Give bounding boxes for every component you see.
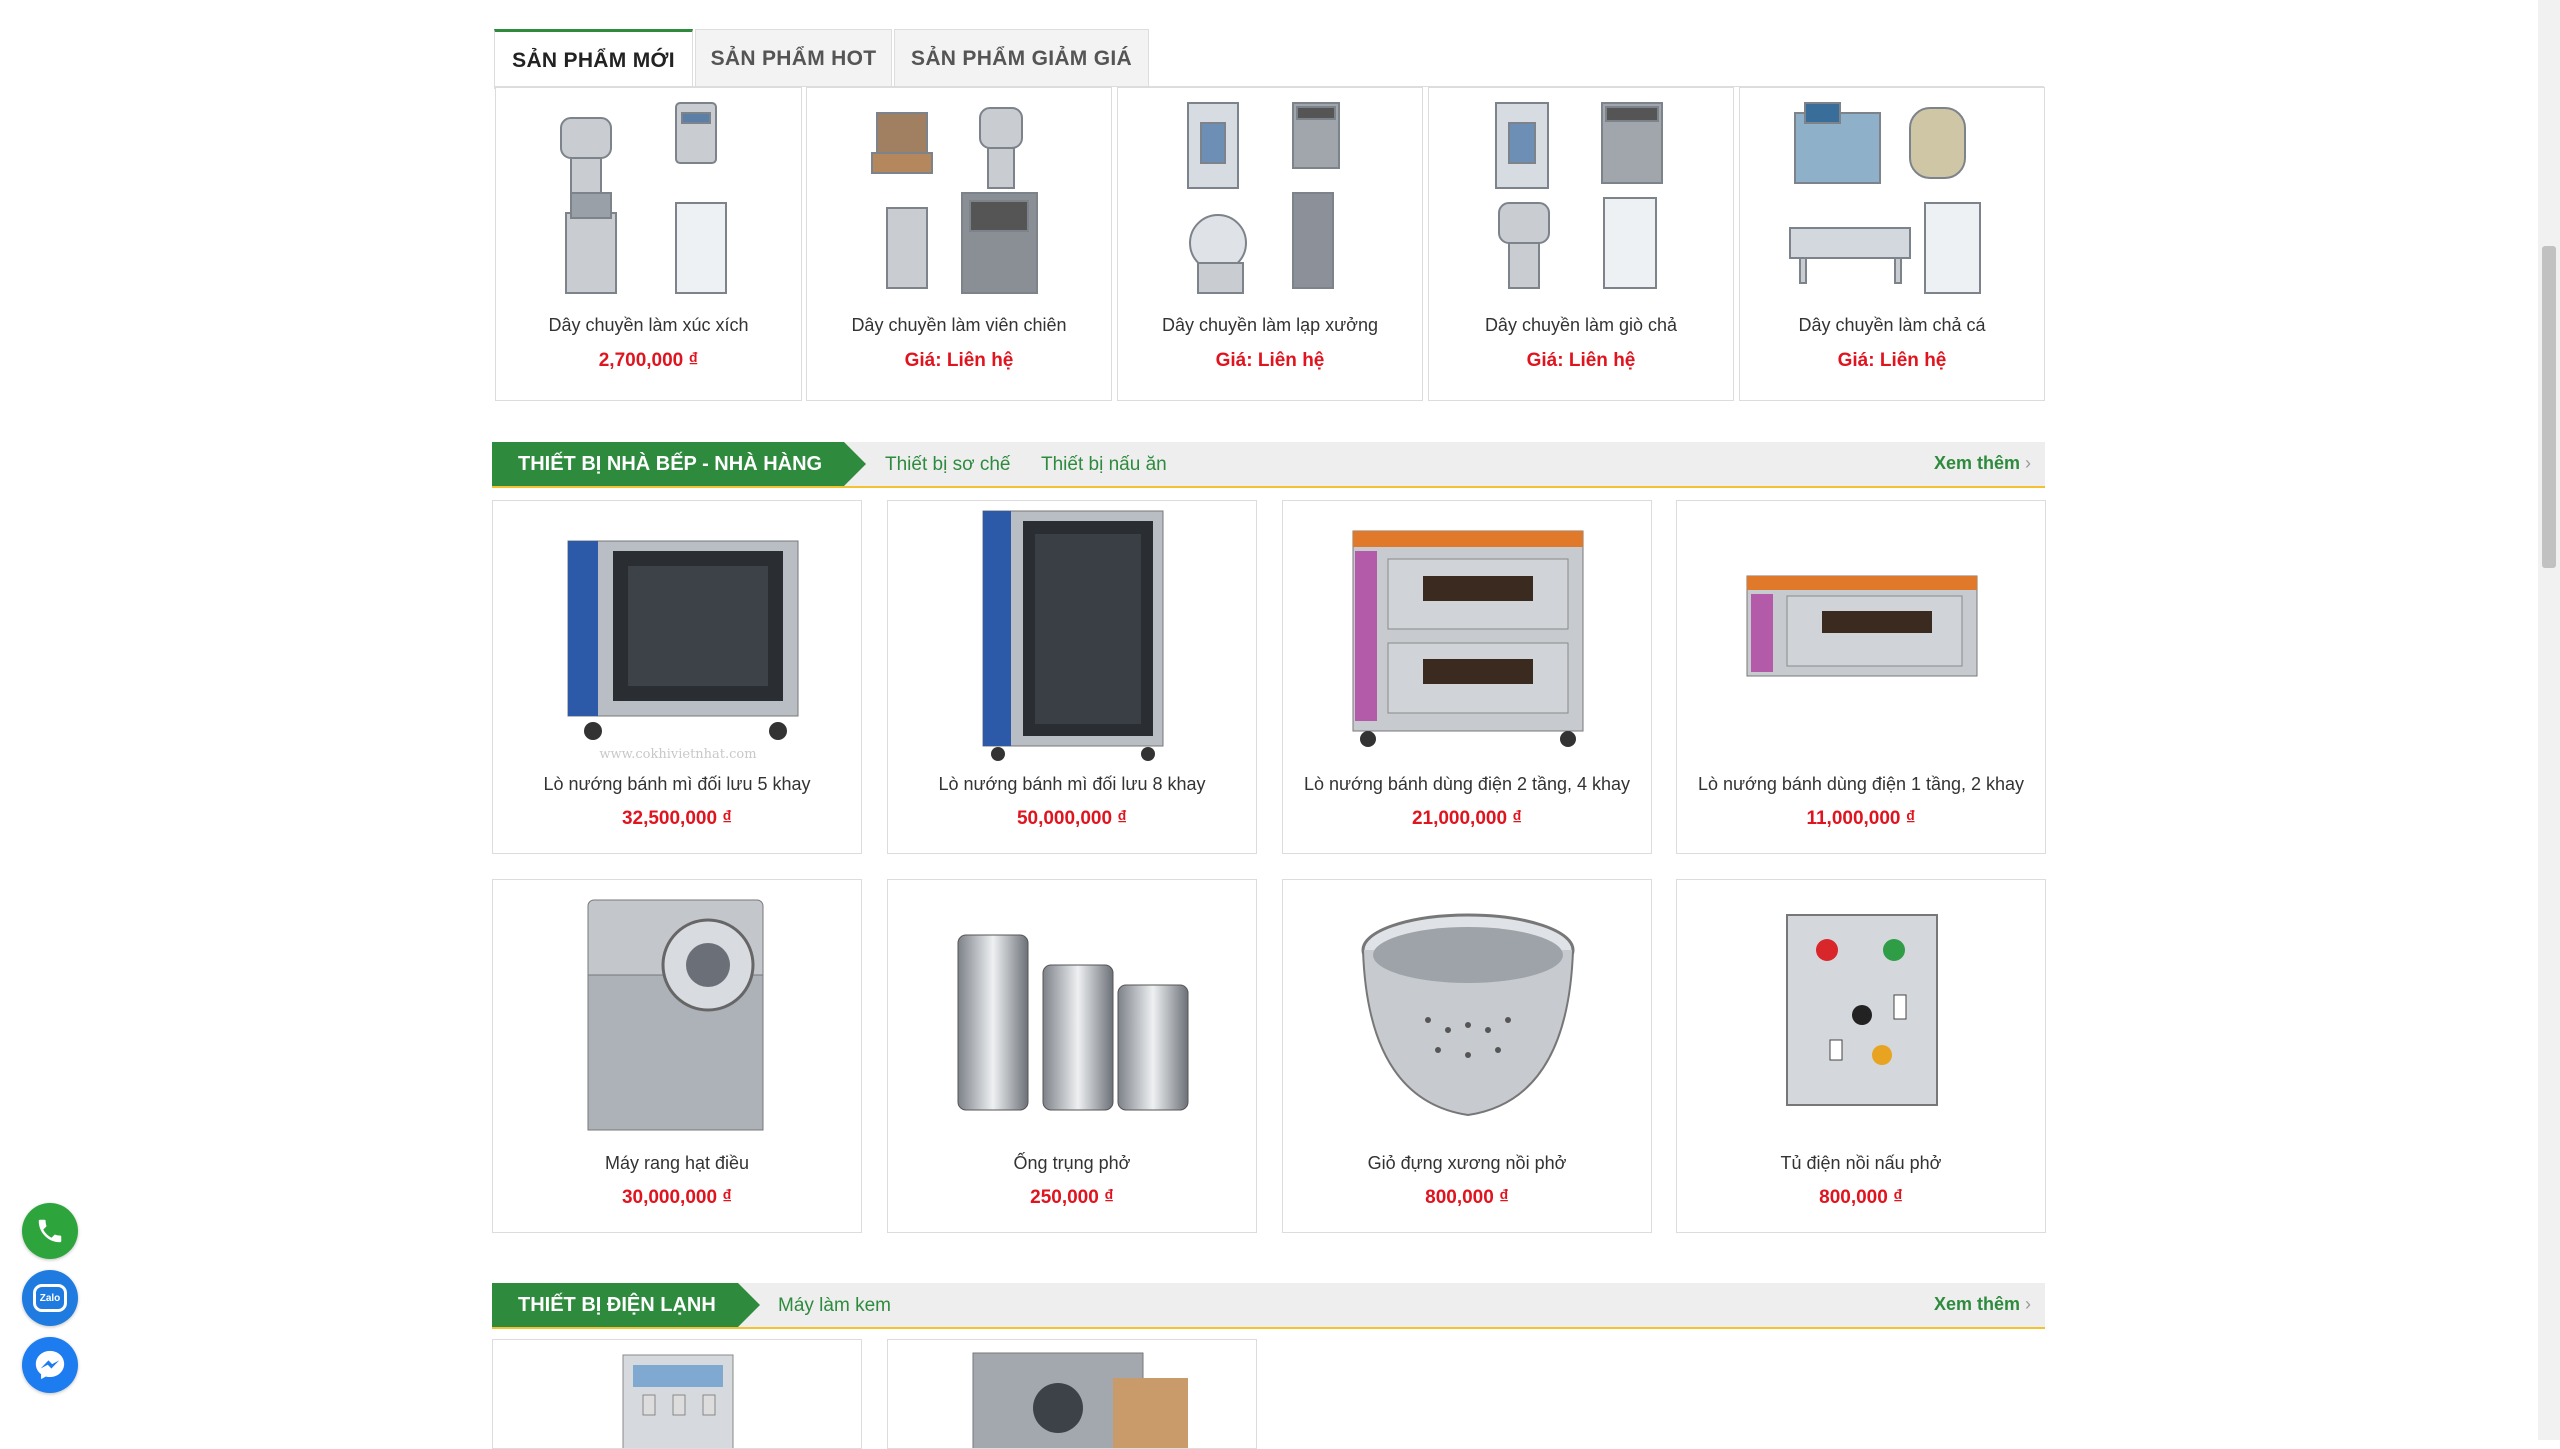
category-bar-kitchen: THIẾT BỊ NHÀ BẾP - NHÀ HÀNG Thiết bị sơ … — [492, 442, 2045, 488]
chevron-right-icon: › — [2025, 453, 2031, 473]
tab-new-products[interactable]: SẢN PHẨM MỚI — [494, 29, 693, 89]
product-card[interactable]: Dây chuyền làm chả cá Giá: Liên hệ — [1739, 87, 2045, 401]
product-image — [1495, 102, 1663, 289]
category-link-cooking[interactable]: Thiết bị nấu ăn — [1041, 454, 1167, 476]
product-image — [560, 102, 727, 294]
category-link-prep[interactable]: Thiết bị sơ chế — [885, 454, 1010, 476]
product-price: 800,000 ₫ — [1425, 1187, 1509, 1208]
product-price: Giá: Liên hệ — [1215, 350, 1325, 371]
product-card[interactable]: Dây chuyền làm viên chiên Giá: Liên hệ — [806, 87, 1112, 401]
product-card[interactable] — [887, 1339, 1257, 1449]
product-card[interactable] — [492, 1339, 862, 1449]
product-price: 21,000,000 ₫ — [1411, 808, 1523, 829]
product-image — [1187, 102, 1340, 294]
product-price: 32,500,000 ₫ — [621, 808, 733, 829]
product-image — [1746, 575, 1978, 677]
vertical-scrollbar[interactable] — [2538, 0, 2560, 1440]
zalo-icon: Zalo — [33, 1284, 67, 1312]
product-image — [1786, 914, 1938, 1106]
see-more-link[interactable]: Xem thêm › — [1934, 453, 2031, 474]
product-image — [957, 934, 1189, 1111]
chevron-right-icon: › — [2025, 1294, 2031, 1314]
product-card[interactable]: www.cokhivietnhat.com Lò nướng bánh mì đ… — [492, 500, 862, 854]
product-name[interactable]: Dây chuyền làm lạp xưởng — [1118, 315, 1422, 336]
category-link-ice-cream[interactable]: Máy làm kem — [778, 1295, 891, 1317]
product-price: 30,000,000 ₫ — [621, 1187, 733, 1208]
product-price: Giá: Liên hệ — [904, 350, 1014, 371]
product-image — [1789, 102, 1981, 294]
product-name[interactable]: Dây chuyền làm chả cá — [1740, 315, 2044, 336]
see-more-link[interactable]: Xem thêm › — [1934, 1294, 2031, 1315]
product-image — [587, 899, 764, 1131]
product-name[interactable]: Tủ điện nồi nấu phở — [1677, 1153, 2045, 1174]
product-name[interactable]: Dây chuyền làm xúc xích — [496, 315, 801, 336]
product-card[interactable]: Dây chuyền làm xúc xích 2,700,000 ₫ — [495, 87, 802, 401]
product-image — [871, 107, 1038, 294]
product-card[interactable]: Lò nướng bánh dùng điện 2 tầng, 4 khay 2… — [1282, 500, 1652, 854]
scrollbar-thumb[interactable] — [2542, 246, 2556, 568]
category-title[interactable]: THIẾT BỊ NHÀ BẾP - NHÀ HÀNG — [492, 442, 866, 486]
product-price: 11,000,000 ₫ — [1806, 808, 1916, 829]
product-name[interactable]: Lò nướng bánh mì đối lưu 5 khay — [493, 774, 861, 795]
product-price: 250,000 ₫ — [1030, 1187, 1114, 1208]
product-name[interactable]: Dây chuyền làm viên chiên — [807, 315, 1111, 336]
product-card[interactable]: Máy rang hạt điều 30,000,000 ₫ — [492, 879, 862, 1233]
product-image — [1352, 530, 1584, 747]
product-card[interactable]: Ống trụng phở 250,000 ₫ — [887, 879, 1257, 1233]
product-card[interactable]: Tủ điện nồi nấu phở 800,000 ₫ — [1676, 879, 2046, 1233]
product-card[interactable]: Dây chuyền làm giò chả Giá: Liên hệ — [1428, 87, 1734, 401]
product-name[interactable]: Lò nướng bánh dùng điện 2 tầng, 4 khay — [1283, 774, 1651, 795]
product-image — [972, 1352, 1188, 1448]
product-price: Giá: Liên hệ — [1526, 350, 1636, 371]
product-image — [982, 510, 1164, 761]
zalo-button[interactable]: Zalo — [22, 1270, 78, 1326]
product-image — [622, 1354, 734, 1448]
product-price: 2,700,000 ₫ — [598, 350, 699, 371]
phone-icon — [38, 1219, 62, 1243]
product-name[interactable]: Máy rang hạt điều — [493, 1153, 861, 1174]
category-title[interactable]: THIẾT BỊ ĐIỆN LẠNH — [492, 1283, 760, 1327]
category-bar-cooling: THIẾT BỊ ĐIỆN LẠNH Máy làm kem Xem thêm … — [492, 1283, 2045, 1329]
product-price: 50,000,000 ₫ — [1016, 808, 1128, 829]
messenger-icon — [35, 1350, 65, 1380]
watermark: www.cokhivietnhat.com — [599, 747, 756, 761]
messenger-button[interactable] — [22, 1337, 78, 1393]
tab-sale-products[interactable]: SẢN PHẨM GIẢM GIÁ — [894, 29, 1149, 87]
product-card[interactable]: Giỏ đựng xương nồi phở 800,000 ₫ — [1282, 879, 1652, 1233]
product-card[interactable]: Dây chuyền làm lạp xưởng Giá: Liên hệ — [1117, 87, 1423, 401]
product-name[interactable]: Dây chuyền làm giò chả — [1429, 315, 1733, 336]
product-name[interactable]: Lò nướng bánh dùng điện 1 tầng, 2 khay — [1677, 774, 2045, 795]
phone-call-button[interactable] — [22, 1203, 78, 1259]
product-name[interactable]: Giỏ đựng xương nồi phở — [1283, 1153, 1651, 1174]
product-image: www.cokhivietnhat.com — [567, 540, 799, 761]
product-price: 800,000 ₫ — [1819, 1187, 1903, 1208]
product-card[interactable]: Lò nướng bánh dùng điện 1 tầng, 2 khay 1… — [1676, 500, 2046, 854]
product-card[interactable]: Lò nướng bánh mì đối lưu 8 khay 50,000,0… — [887, 500, 1257, 854]
product-price: Giá: Liên hệ — [1837, 350, 1947, 371]
product-name[interactable]: Ống trụng phở — [888, 1153, 1256, 1174]
tab-hot-products[interactable]: SẢN PHẨM HOT — [695, 29, 892, 87]
product-image — [1361, 913, 1575, 1117]
product-name[interactable]: Lò nướng bánh mì đối lưu 8 khay — [888, 774, 1256, 795]
